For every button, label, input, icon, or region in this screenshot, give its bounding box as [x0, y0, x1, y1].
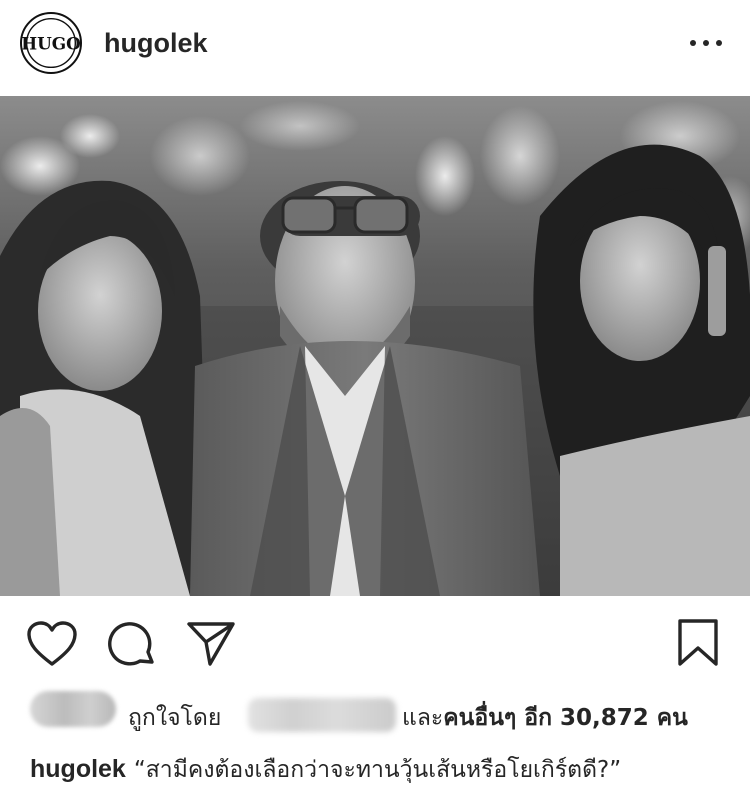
likes-summary[interactable]: และคนอื่นๆ อีก 30,872 คน: [402, 704, 688, 732]
post-header: HUGO hugolek: [0, 0, 750, 96]
action-bar: [0, 596, 750, 686]
post-photo[interactable]: [0, 96, 750, 596]
send-icon[interactable]: [186, 620, 236, 668]
and-label: และ: [402, 705, 444, 731]
svg-text:HUGO: HUGO: [22, 34, 80, 54]
heart-icon[interactable]: [26, 620, 78, 668]
blurred-liker-avatar[interactable]: [30, 691, 116, 727]
blurred-liker-name[interactable]: [248, 698, 396, 732]
caption-username[interactable]: hugolek: [30, 755, 126, 783]
likes-row: ถูกใจโดย และคนอื่นๆ อีก 30,872 คน: [0, 686, 750, 746]
post-caption: hugolek “สามีคงต้องเลือกว่าจะทานวุ้นเส้นห…: [30, 754, 621, 785]
hugo-logo: HUGO: [22, 17, 80, 69]
post-username[interactable]: hugolek: [104, 27, 208, 59]
bookmark-icon[interactable]: [676, 618, 720, 668]
avatar[interactable]: HUGO: [20, 12, 82, 74]
photo-illustration: [0, 96, 750, 596]
comment-icon[interactable]: [108, 620, 158, 670]
more-options-icon[interactable]: [686, 28, 726, 58]
liked-by-label: ถูกใจโดย: [128, 705, 222, 731]
likes-count[interactable]: คนอื่นๆ อีก 30,872 คน: [443, 705, 688, 731]
caption-text: “สามีคงต้องเลือกว่าจะทานวุ้นเส้นหรือโยเก…: [133, 757, 622, 783]
